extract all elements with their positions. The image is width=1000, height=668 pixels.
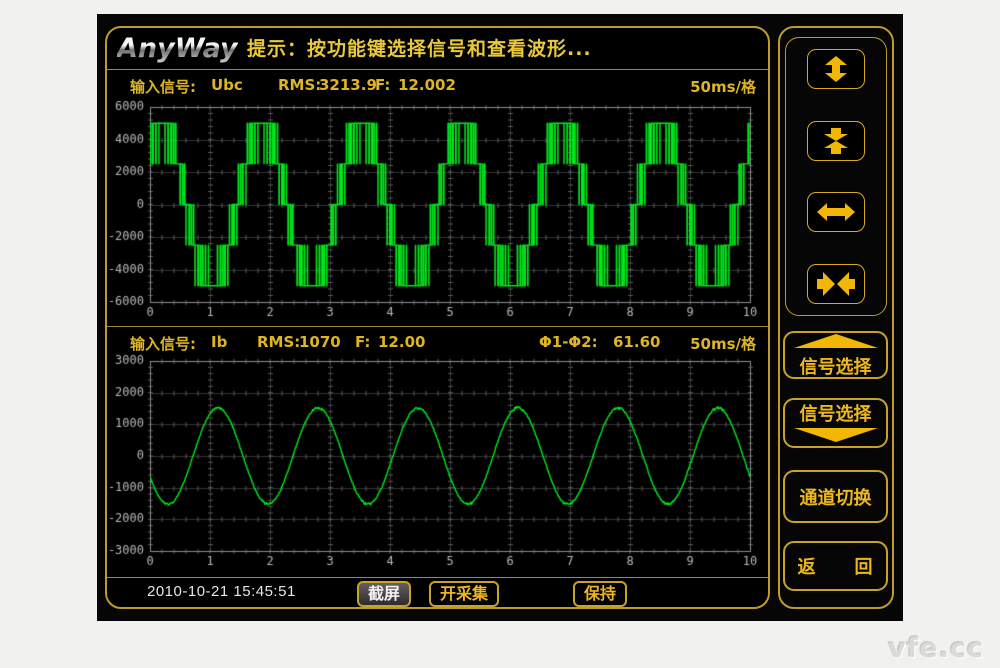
channel1-rms-label: RMS:: [278, 76, 321, 94]
scale-button-group: [785, 37, 887, 316]
channel1-freq-value: 12.002: [398, 76, 456, 94]
channel2-freq-value: 12.00: [378, 333, 425, 351]
channel1-timebase: 50ms/格: [690, 76, 756, 97]
channel2-input-label: 输入信号:: [130, 333, 196, 354]
channel1-freq-label: F:: [375, 76, 390, 94]
triangle-up-icon: [794, 332, 878, 353]
channel-switch-button[interactable]: 通道切换: [783, 470, 888, 523]
channel1-info-bar: 输入信号: Ubc RMS: 3213.9 F: 12.002 50ms/格: [107, 70, 768, 100]
channel2-freq-label: F:: [355, 333, 370, 351]
prompt-text: 提示：按功能键选择信号和查看波形...: [247, 28, 592, 70]
waveform-chart-ubc: [107, 100, 768, 326]
title-bar: AnyWay 提示：按功能键选择信号和查看波形...: [107, 28, 768, 70]
timestamp: 2010-10-21 15:45:51: [147, 583, 296, 600]
compress-horizontal-icon: [816, 270, 856, 298]
channel2-rms-label: RMS:: [257, 333, 300, 351]
status-bar: 2010-10-21 15:45:51 截屏 开采集 保持: [107, 577, 768, 607]
compress-vertical-button[interactable]: [807, 121, 865, 161]
signal-select-down-label: 信号选择: [800, 400, 872, 426]
triangle-down-icon: [794, 426, 878, 447]
expand-vertical-button[interactable]: [807, 49, 865, 89]
signal-select-up-label: 信号选择: [800, 353, 872, 379]
compress-vertical-icon: [816, 127, 856, 155]
start-acquisition-button[interactable]: 开采集: [429, 581, 499, 607]
display-area: AnyWay 提示：按功能键选择信号和查看波形... 输入信号: Ubc RMS…: [105, 26, 770, 609]
expand-horizontal-button[interactable]: [807, 192, 865, 232]
signal-select-up-button[interactable]: 信号选择: [783, 331, 888, 379]
channel1-rms-value: 3213.9: [319, 76, 377, 94]
waveform-chart-ib: [107, 354, 768, 577]
signal-select-down-button[interactable]: 信号选择: [783, 398, 888, 448]
watermark: vfe.cc: [888, 633, 984, 664]
chann2-rms-value: 1070: [299, 333, 341, 351]
channel2-phase-label: Φ1-Φ2:: [539, 333, 598, 351]
hold-button[interactable]: 保持: [573, 581, 627, 607]
anyway-logo: AnyWay: [117, 33, 238, 64]
screenshot-button[interactable]: 截屏: [357, 581, 411, 607]
channel2-info-bar: 输入信号: Ib RMS: 1070 F: 12.00 Φ1-Φ2: 61.60…: [107, 326, 768, 356]
channel1-signal-name: Ubc: [211, 76, 243, 94]
channel2-phase-value: 61.60: [613, 333, 660, 351]
channel2-signal-name: Ib: [211, 333, 227, 351]
expand-vertical-icon: [816, 55, 856, 83]
instrument-bezel: AnyWay 提示：按功能键选择信号和查看波形... 输入信号: Ubc RMS…: [97, 14, 903, 621]
expand-horizontal-icon: [816, 198, 856, 226]
function-key-panel: 信号选择 信号选择 通道切换 返 回: [778, 26, 894, 609]
channel2-timebase: 50ms/格: [690, 333, 756, 354]
channel1-input-label: 输入信号:: [130, 76, 196, 97]
return-button[interactable]: 返 回: [783, 541, 888, 591]
compress-horizontal-button[interactable]: [807, 264, 865, 304]
screenshot-root: AnyWay 提示：按功能键选择信号和查看波形... 输入信号: Ubc RMS…: [0, 0, 1000, 668]
